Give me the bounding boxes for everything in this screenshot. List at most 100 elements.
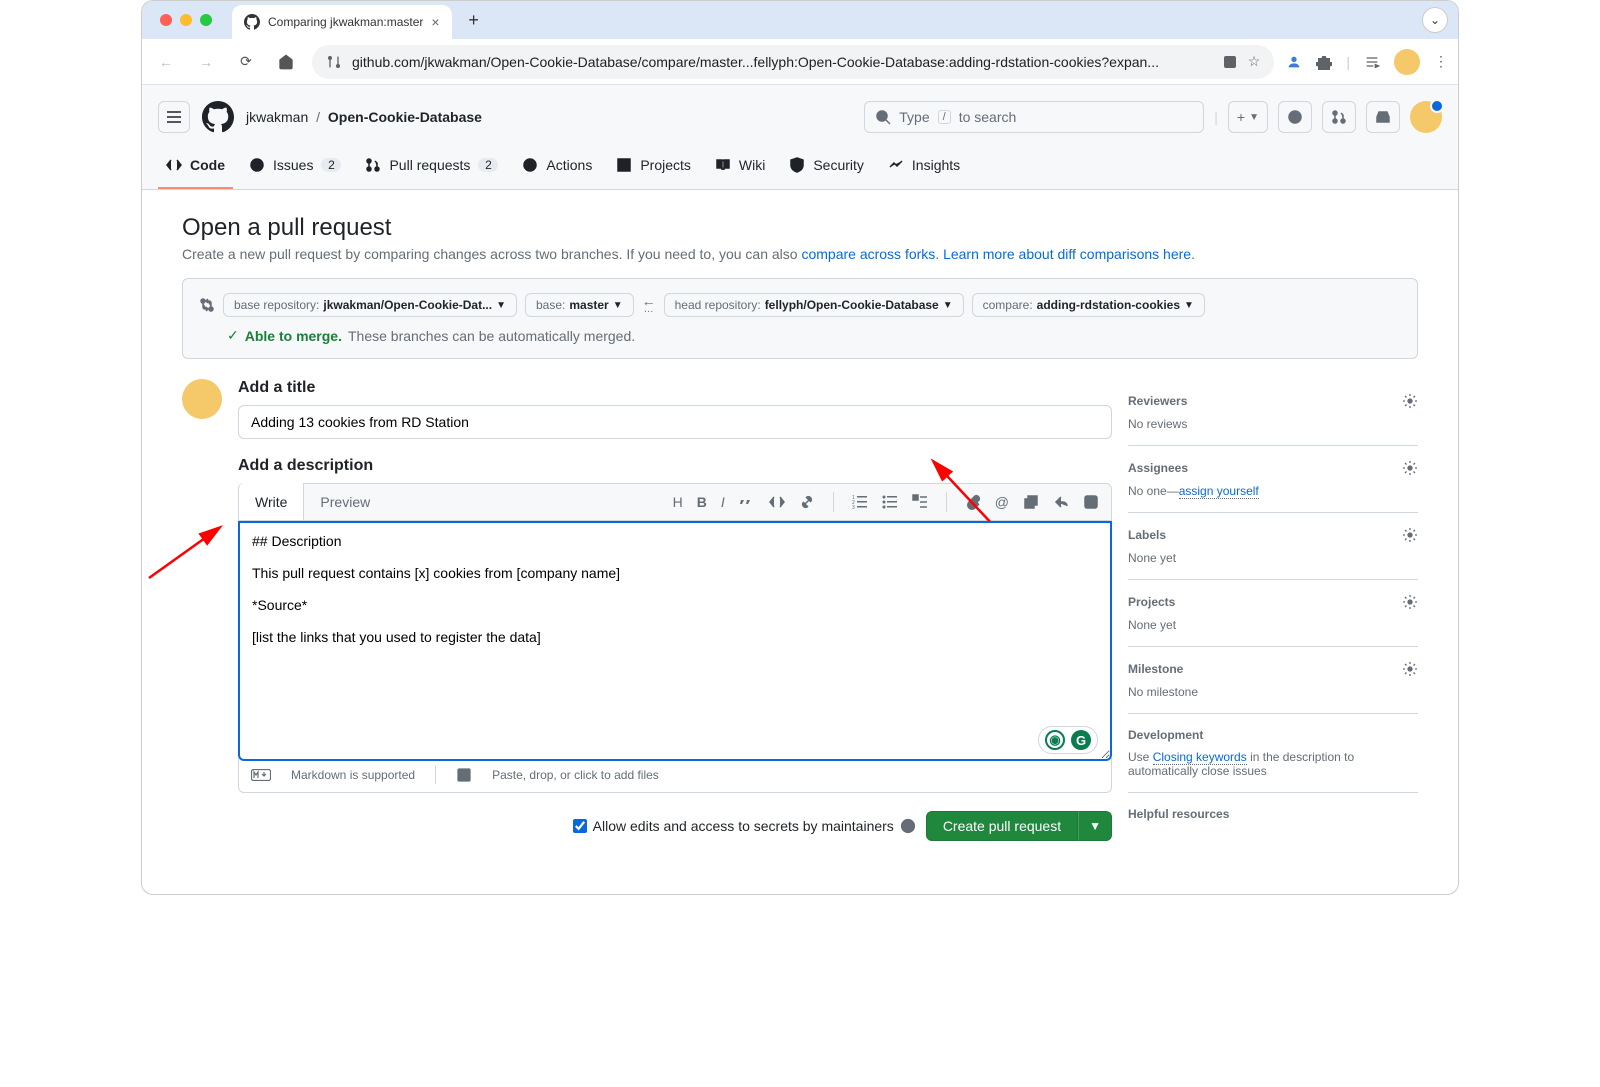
create-pr-button[interactable]: Create pull request bbox=[926, 811, 1078, 841]
breadcrumb-repo[interactable]: Open-Cookie-Database bbox=[328, 109, 482, 125]
page-title: Open a pull request bbox=[182, 214, 1418, 242]
media-icon[interactable] bbox=[1364, 54, 1380, 70]
back-button[interactable]: ← bbox=[152, 48, 180, 76]
italic-icon[interactable]: I bbox=[721, 494, 725, 510]
create-pr-dropdown[interactable]: ▼ bbox=[1078, 811, 1112, 841]
diff-learn-more-link[interactable]: Learn more about diff comparisons here bbox=[943, 246, 1191, 262]
allow-edits-label[interactable]: Allow edits and access to secrets by mai… bbox=[573, 818, 916, 834]
allow-edits-checkbox[interactable] bbox=[573, 819, 587, 833]
bold-icon[interactable]: B bbox=[697, 494, 707, 510]
pr-sidebar: Reviewers No reviews Assignees bbox=[1128, 379, 1418, 843]
tab-code[interactable]: Code bbox=[158, 149, 233, 189]
head-repo-select[interactable]: head repository: fellyph/Open-Cookie-Dat… bbox=[664, 293, 964, 317]
site-settings-icon[interactable] bbox=[326, 54, 342, 70]
create-new-button[interactable]: + ▼ bbox=[1228, 101, 1268, 133]
plus-icon: + bbox=[1237, 109, 1245, 125]
description-textarea[interactable] bbox=[238, 521, 1112, 761]
pull-requests-button[interactable] bbox=[1322, 101, 1356, 133]
write-tab[interactable]: Write bbox=[238, 483, 304, 520]
heading-icon[interactable]: H bbox=[673, 494, 683, 510]
gear-icon[interactable] bbox=[1402, 661, 1418, 677]
browser-tab[interactable]: Comparing jkwakman:master × bbox=[232, 5, 452, 39]
github-logo-icon[interactable] bbox=[202, 101, 234, 133]
close-window-icon[interactable] bbox=[160, 14, 172, 26]
unordered-list-icon[interactable] bbox=[882, 494, 898, 510]
code-icon[interactable] bbox=[769, 494, 785, 510]
caret-down-icon: ▼ bbox=[496, 300, 506, 311]
mention-icon[interactable]: @ bbox=[995, 494, 1009, 510]
markdown-toolbar: H B I bbox=[673, 492, 1111, 512]
slash-commands-icon[interactable] bbox=[1083, 494, 1099, 510]
gear-icon[interactable] bbox=[1402, 393, 1418, 409]
labels-body: None yet bbox=[1128, 551, 1418, 565]
base-branch-select[interactable]: base: master ▼ bbox=[525, 293, 634, 317]
tab-projects[interactable]: Projects bbox=[608, 149, 699, 189]
user-avatar[interactable] bbox=[1410, 101, 1442, 133]
assign-yourself-link[interactable]: assign yourself bbox=[1179, 484, 1259, 499]
browser-window-menu[interactable]: ⌄ bbox=[1422, 7, 1448, 33]
grammarly-bulb-icon[interactable]: ◉ bbox=[1045, 730, 1065, 750]
maximize-window-icon[interactable] bbox=[200, 14, 212, 26]
tab-wiki[interactable]: Wiki bbox=[707, 149, 773, 189]
minimize-window-icon[interactable] bbox=[180, 14, 192, 26]
caret-down-icon: ▼ bbox=[1249, 112, 1259, 123]
reload-button[interactable]: ⟳ bbox=[232, 48, 260, 76]
profile-icon[interactable] bbox=[1286, 54, 1302, 70]
inbox-button[interactable] bbox=[1366, 101, 1400, 133]
title-input[interactable] bbox=[238, 405, 1112, 439]
search-kbd: / bbox=[938, 110, 951, 124]
url-bar[interactable]: github.com/jkwakman/Open-Cookie-Database… bbox=[312, 45, 1274, 79]
compare-forks-link[interactable]: compare across forks bbox=[801, 246, 935, 262]
tab-insights[interactable]: Insights bbox=[880, 149, 968, 189]
ordered-list-icon[interactable]: 123 bbox=[852, 494, 868, 510]
window-controls[interactable] bbox=[160, 14, 212, 26]
link-icon[interactable] bbox=[799, 494, 815, 510]
author-avatar[interactable] bbox=[182, 379, 222, 419]
hamburger-button[interactable] bbox=[158, 101, 190, 133]
saved-replies-icon[interactable] bbox=[1053, 494, 1069, 510]
base-repo-select[interactable]: base repository: jkwakman/Open-Cookie-Da… bbox=[223, 293, 517, 317]
tab-issues[interactable]: Issues 2 bbox=[241, 149, 349, 189]
search-input[interactable]: Type / to search bbox=[864, 101, 1204, 133]
reviewers-title: Reviewers bbox=[1128, 394, 1187, 408]
closing-keywords-link[interactable]: Closing keywords bbox=[1153, 750, 1247, 765]
milestone-body: No milestone bbox=[1128, 685, 1418, 699]
url-text: github.com/jkwakman/Open-Cookie-Database… bbox=[352, 54, 1212, 70]
browser-tabs-bar: Comparing jkwakman:master × + bbox=[142, 1, 1458, 39]
tab-security[interactable]: Security bbox=[781, 149, 872, 189]
forward-button[interactable]: → bbox=[192, 48, 220, 76]
cross-reference-icon[interactable] bbox=[1023, 494, 1039, 510]
quote-icon[interactable] bbox=[739, 494, 755, 510]
caret-down-icon: ▼ bbox=[1184, 300, 1194, 311]
new-tab-button[interactable]: + bbox=[460, 10, 488, 31]
install-app-icon[interactable] bbox=[1222, 54, 1238, 70]
attach-icon[interactable] bbox=[965, 494, 981, 510]
tab-actions[interactable]: Actions bbox=[514, 149, 600, 189]
bookmark-icon[interactable]: ☆ bbox=[1248, 53, 1261, 70]
gear-icon[interactable] bbox=[1402, 460, 1418, 476]
extensions-icon[interactable] bbox=[1316, 54, 1332, 70]
help-icon[interactable] bbox=[900, 818, 916, 834]
task-list-icon[interactable] bbox=[912, 494, 928, 510]
preview-tab[interactable]: Preview bbox=[304, 484, 387, 520]
main-content: Open a pull request Create a new pull re… bbox=[142, 190, 1458, 895]
grammarly-widget[interactable]: ◉ G bbox=[1038, 726, 1098, 754]
close-tab-icon[interactable]: × bbox=[431, 14, 439, 30]
markdown-supported-text[interactable]: Markdown is supported bbox=[291, 768, 415, 782]
breadcrumb-owner[interactable]: jkwakman bbox=[246, 109, 308, 125]
development-title: Development bbox=[1128, 728, 1203, 742]
git-compare-icon bbox=[199, 297, 215, 313]
browser-avatar[interactable] bbox=[1394, 49, 1420, 75]
gear-icon[interactable] bbox=[1402, 594, 1418, 610]
paste-drop-text[interactable]: Paste, drop, or click to add files bbox=[492, 768, 659, 782]
compare-branch-select[interactable]: compare: adding-rdstation-cookies ▼ bbox=[972, 293, 1205, 317]
browser-menu-icon[interactable]: ⋮ bbox=[1434, 53, 1448, 70]
search-placeholder-pre: Type bbox=[899, 109, 929, 125]
grammarly-logo-icon[interactable]: G bbox=[1071, 730, 1091, 750]
compare-box: base repository: jkwakman/Open-Cookie-Da… bbox=[182, 278, 1418, 359]
home-button[interactable] bbox=[272, 48, 300, 76]
gear-icon[interactable] bbox=[1402, 527, 1418, 543]
issues-button[interactable] bbox=[1278, 101, 1312, 133]
tab-pull-requests[interactable]: Pull requests 2 bbox=[357, 149, 506, 189]
image-icon bbox=[456, 767, 472, 783]
